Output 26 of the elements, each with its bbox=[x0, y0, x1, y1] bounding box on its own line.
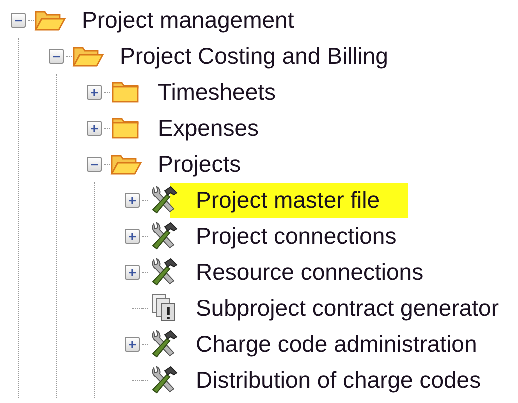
tree-item-label[interactable]: Project master file bbox=[170, 182, 408, 218]
collapse-toggle[interactable] bbox=[48, 48, 64, 64]
collapse-toggle[interactable] bbox=[86, 156, 102, 172]
folder-label[interactable]: Timesheets bbox=[158, 78, 276, 106]
plus-icon bbox=[88, 122, 100, 134]
folder-label[interactable]: Expenses bbox=[158, 114, 260, 142]
tree-item-label[interactable]: Project connections bbox=[196, 222, 397, 250]
expand-toggle[interactable] bbox=[124, 264, 140, 280]
collapse-toggle[interactable] bbox=[10, 12, 26, 28]
expand-toggle[interactable] bbox=[86, 84, 102, 100]
tree-item-label[interactable]: Subproject contract generator bbox=[196, 294, 500, 322]
plus-icon bbox=[126, 194, 138, 206]
plus-icon bbox=[88, 86, 100, 98]
tree-item-label[interactable]: Charge code administration bbox=[196, 330, 478, 358]
expand-toggle[interactable] bbox=[124, 336, 140, 352]
tree-item-label[interactable]: Distribution of charge codes bbox=[196, 366, 482, 394]
folder-label[interactable]: Project management bbox=[82, 6, 294, 34]
expand-toggle[interactable] bbox=[86, 120, 102, 136]
plus-icon bbox=[126, 230, 138, 242]
folder-label[interactable]: Project Costing and Billing bbox=[120, 42, 388, 70]
expand-toggle[interactable] bbox=[124, 192, 140, 208]
plus-icon bbox=[126, 338, 138, 350]
plus-icon bbox=[126, 266, 138, 278]
tree-item-label[interactable]: Resource connections bbox=[196, 258, 424, 286]
expand-toggle[interactable] bbox=[124, 228, 140, 244]
folder-label[interactable]: Projects bbox=[158, 150, 242, 178]
